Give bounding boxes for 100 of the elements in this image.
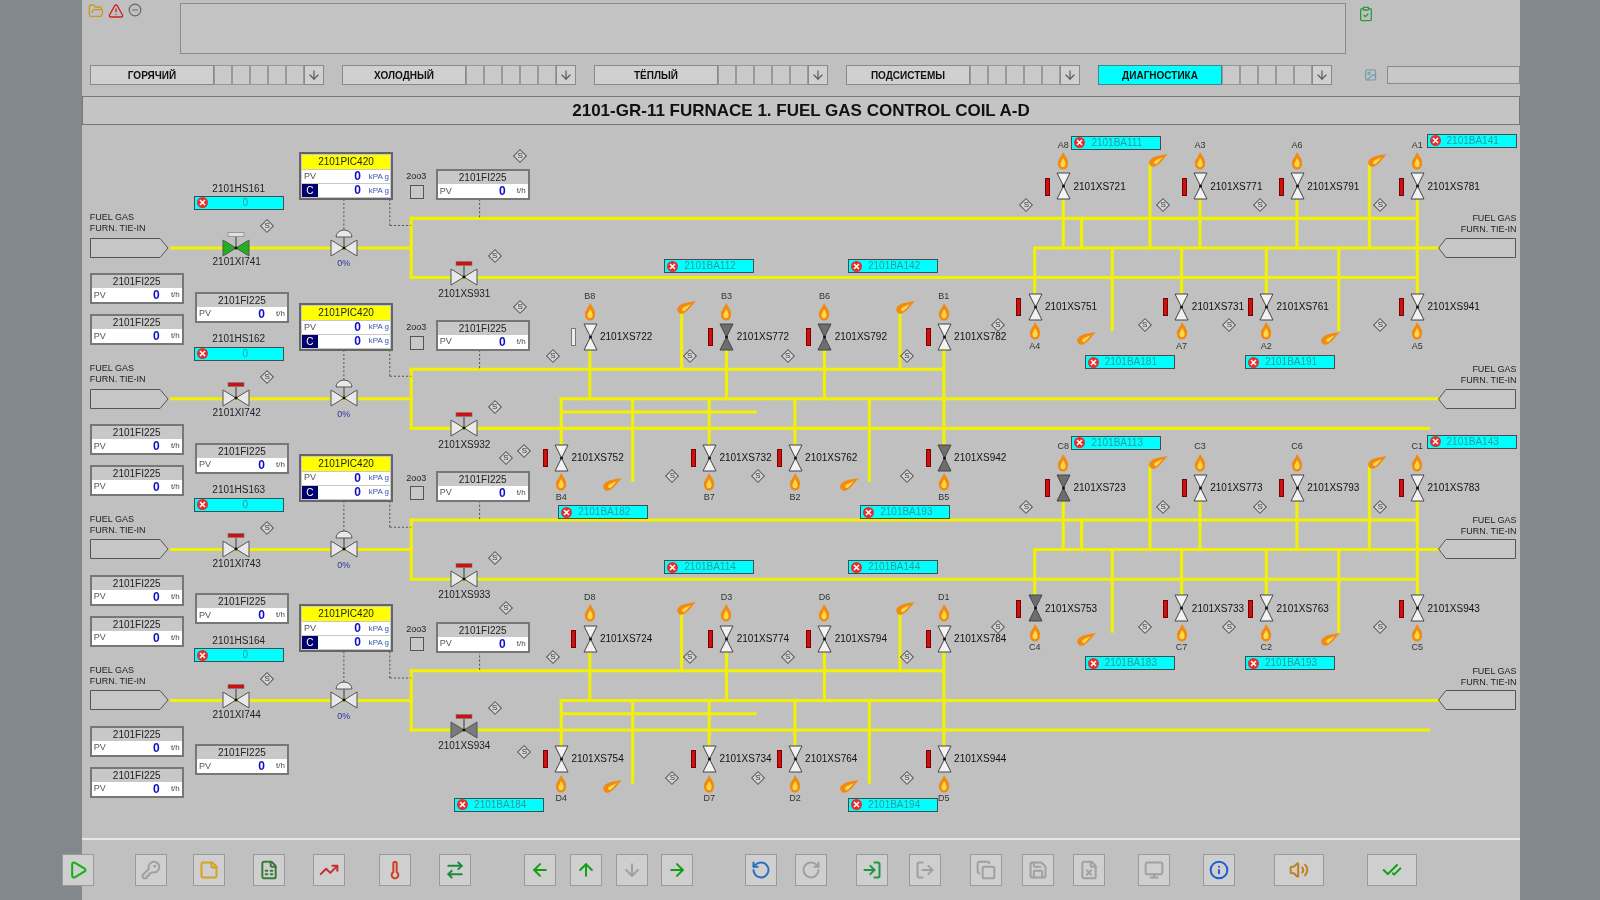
nav-tab[interactable]: ГОРЯЧИЙ — [90, 65, 214, 85]
controller-panel[interactable]: 2101PIC420 PV 0 kPA g C 0 kPA g — [298, 604, 393, 653]
flow-indicator-panel[interactable]: 2101FI225 PV 0 t/h — [89, 465, 184, 497]
burner-label: D7 — [703, 793, 715, 805]
value-readout: 0 — [354, 170, 361, 184]
value-readout: 0 — [354, 622, 361, 636]
tag-label: 2101XS783 — [1427, 482, 1480, 495]
alarm-tag-label: 2101BA113 — [1091, 436, 1143, 449]
value-readout: 0 — [354, 320, 361, 334]
tag-label: 2101XS754 — [571, 753, 624, 766]
connector-label: FURN. TIE-IN — [89, 223, 146, 235]
tag-label: 2101XS794 — [834, 633, 887, 646]
connector-label: FUEL GAS — [89, 664, 135, 676]
unit-label: kPA g — [367, 623, 389, 635]
burner-label: D6 — [818, 592, 831, 604]
controller-panel[interactable]: 2101PIC420 PV 0 kPA g C 0 kPA g — [298, 152, 393, 201]
tag-label: 2101XS731 — [1191, 301, 1245, 313]
burner-label: D8 — [584, 592, 596, 604]
controller-panel[interactable]: 2101PIC420 PV 0 kPA g C 0 kPA g — [298, 302, 393, 351]
value-readout: 0 — [153, 630, 160, 645]
value-readout: 0 — [153, 590, 160, 605]
connector-label: FURN. TIE-IN — [1460, 375, 1517, 387]
flow-indicator-panel[interactable]: 2101FI225 PV 0 t/h — [194, 442, 289, 474]
flow-indicator-panel[interactable]: 2101FI225 PV 0 t/h — [435, 621, 530, 653]
tag-label: 2101XS762 — [805, 451, 858, 464]
tag-label: 2101XS932 — [438, 438, 491, 451]
vote-label: 2oo3 — [406, 473, 427, 485]
tag-label: 2101XS934 — [438, 740, 491, 753]
connector-label: FURN. TIE-IN — [89, 675, 146, 687]
pv-label: PV — [439, 335, 452, 349]
unit-label: kPA g — [367, 321, 389, 334]
nav-tab[interactable]: ТЁПЛЫЙ — [594, 65, 718, 85]
burner-label: A7 — [1176, 340, 1188, 352]
pv-label: PV — [198, 307, 211, 321]
interlock-marker: S — [1222, 620, 1237, 634]
alarm-tag-label: 2101BA184 — [474, 798, 527, 811]
tag-label: 2101XS781 — [1427, 180, 1480, 193]
nav-tab[interactable]: ПОДСИСТЕМЫ — [846, 65, 970, 85]
value-readout: 0 — [499, 636, 506, 651]
flow-indicator-panel[interactable]: 2101FI225 PV 0 t/h — [89, 314, 184, 346]
unit-label: t/h — [275, 307, 285, 320]
value-readout: 0 — [153, 480, 160, 495]
tag-label: 2101FI225 — [112, 727, 161, 741]
unit-label: t/h — [169, 330, 180, 343]
burner-label: A5 — [1411, 340, 1423, 352]
value-readout: 0 — [241, 347, 250, 360]
burner-label: B5 — [938, 491, 950, 503]
pv-label: PV — [302, 471, 317, 485]
connector-label: FUEL GAS — [1472, 665, 1517, 677]
burner-label: B7 — [703, 491, 715, 503]
screen-title: 2101-GR-11 FURNACE 1. FUEL GAS CONTROL COIL A-D — [572, 99, 1030, 122]
pv-label: PV — [302, 169, 317, 183]
mode-indicator: C — [301, 334, 318, 348]
flow-indicator-panel[interactable]: 2101FI225 PV 0 t/h — [435, 169, 530, 201]
tag-label: 2101XS763 — [1276, 602, 1329, 615]
burner-label: B3 — [721, 290, 732, 302]
flow-indicator-panel[interactable]: 2101FI225 PV 0 t/h — [89, 766, 184, 798]
tag-label: 2101FI225 — [112, 577, 161, 591]
tag-label: 2101PIC420 — [301, 305, 390, 320]
alarm-tag-label: 2101BA143 — [1446, 435, 1499, 448]
mode-indicator: C — [301, 636, 318, 650]
flow-indicator-panel[interactable]: 2101FI225 PV 0 t/h — [435, 320, 530, 352]
tag-label: 2101XS753 — [1044, 602, 1098, 615]
tag-label: 2101XS723 — [1073, 482, 1126, 495]
nav-tab[interactable]: ХОЛОДНЫЙ — [342, 65, 466, 85]
value-readout: 0 — [258, 759, 265, 774]
nav-tab[interactable]: ДИАГНОСТИКА — [1098, 65, 1222, 85]
tag-label: 2101FI225 — [112, 617, 161, 631]
tag-label: 2101XS941 — [1427, 301, 1480, 313]
value-readout: 0 — [354, 636, 361, 650]
tag-label: 2101FI225 — [112, 467, 161, 481]
pv-label: PV — [198, 608, 211, 622]
unit-label: t/h — [515, 487, 526, 499]
pv-label: PV — [93, 782, 106, 795]
flow-indicator-panel[interactable]: 2101FI225 PV 0 t/h — [89, 725, 184, 757]
flow-indicator-panel[interactable]: 2101FI225 PV 0 t/h — [89, 273, 184, 305]
flow-indicator-panel[interactable]: 2101FI225 PV 0 t/h — [194, 593, 289, 625]
burner-label: C5 — [1411, 642, 1424, 654]
flow-indicator-panel[interactable]: 2101FI225 PV 0 t/h — [89, 424, 184, 456]
unit-label: kPA g — [367, 472, 389, 485]
tag-label: 2101XI741 — [212, 256, 261, 269]
controller-panel[interactable]: 2101PIC420 PV 0 kPA g C 0 kPA g — [298, 453, 393, 502]
pv-label: PV — [93, 439, 106, 453]
flow-indicator-panel[interactable]: 2101FI225 PV 0 t/h — [194, 744, 289, 776]
tag-label: 2101XS942 — [954, 451, 1007, 464]
tag-label: 2101PIC420 — [301, 155, 390, 170]
flow-indicator-panel[interactable]: 2101FI225 PV 0 t/h — [89, 575, 184, 607]
tag-label: 2101XS791 — [1307, 180, 1360, 193]
unit-label: t/h — [169, 289, 180, 302]
unit-label: kPA g — [367, 335, 389, 348]
burner-label: A3 — [1194, 139, 1206, 151]
flow-indicator-panel[interactable]: 2101FI225 PV 0 t/h — [89, 615, 184, 647]
flow-indicator-panel[interactable]: 2101FI225 PV 0 t/h — [194, 291, 289, 323]
burner-label: B6 — [819, 290, 830, 302]
value-readout: 0 — [499, 486, 506, 500]
tag-label: 2101XS724 — [600, 633, 653, 646]
connector-label: FURN. TIE-IN — [1460, 676, 1517, 688]
connector-label: FURN. TIE-IN — [1460, 224, 1517, 236]
flow-indicator-panel[interactable]: 2101FI225 PV 0 t/h — [435, 471, 530, 502]
vote-label: 2oo3 — [406, 623, 427, 635]
